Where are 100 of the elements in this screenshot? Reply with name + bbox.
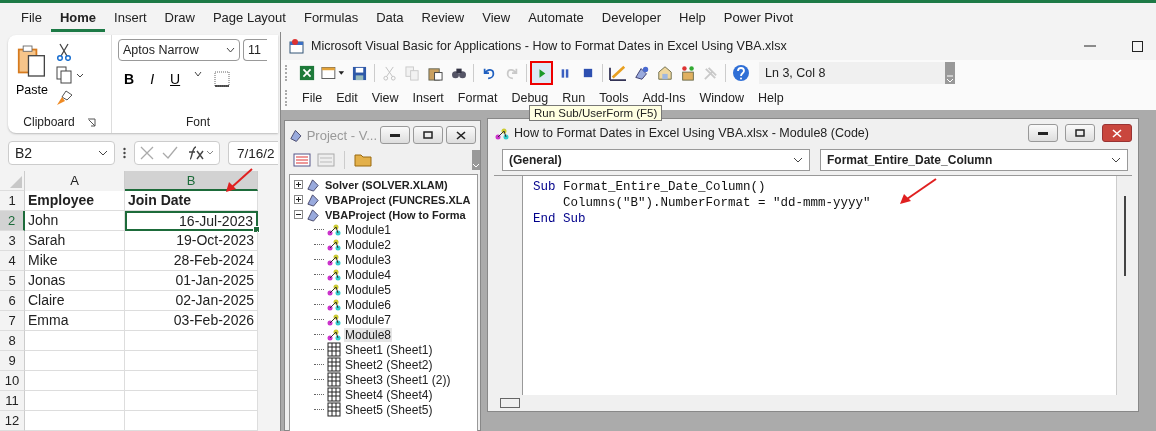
caret-icon[interactable] — [194, 71, 203, 77]
row-header[interactable]: 6 — [0, 291, 25, 311]
row-header[interactable]: 10 — [0, 371, 25, 391]
tree-item[interactable]: Module3 — [344, 252, 393, 267]
borders-icon[interactable] — [214, 71, 231, 87]
ribbon-tab[interactable]: Draw — [155, 6, 204, 32]
ribbon-tab[interactable]: Data — [367, 6, 413, 32]
ribbon-tab[interactable]: Formulas — [294, 6, 368, 32]
ribbon-tab[interactable]: File — [12, 6, 51, 32]
tree-item[interactable]: Sheet5 (Sheet5) — [344, 402, 434, 417]
column-header[interactable]: A — [25, 171, 125, 191]
table-cell: John — [25, 211, 125, 231]
row-header[interactable]: 8 — [0, 331, 25, 351]
tree-line — [314, 259, 324, 260]
expand-toggle-icon[interactable] — [294, 180, 303, 189]
function-icon[interactable] — [186, 145, 214, 161]
more-icon[interactable] — [123, 147, 126, 159]
close-button[interactable] — [1102, 124, 1132, 142]
row-header[interactable]: 4 — [0, 251, 25, 271]
module-icon — [326, 327, 342, 342]
tree-item[interactable]: VBAProject (How to Forma — [324, 208, 467, 221]
format-painter-icon[interactable] — [55, 89, 74, 107]
row-header[interactable]: 5 — [0, 271, 25, 291]
tree-item[interactable]: VBAProject (FUNCRES.XLA — [324, 193, 472, 206]
tree-item[interactable]: Module5 — [344, 282, 393, 297]
font-name-field[interactable]: Aptos Narrow — [118, 39, 240, 61]
font-style-button[interactable]: I — [148, 71, 156, 87]
ribbon-tab[interactable]: Developer — [592, 6, 671, 32]
annotation-arrow — [898, 178, 938, 206]
check-icon[interactable] — [162, 146, 178, 160]
restore-button[interactable] — [1065, 124, 1095, 142]
column-header[interactable]: B — [125, 171, 258, 191]
tree-item[interactable]: Module4 — [344, 267, 393, 282]
tree-item[interactable]: Module6 — [344, 297, 393, 312]
ribbon-tab[interactable]: Power Pivot — [714, 6, 803, 32]
ribbon-tab[interactable]: Page Layout — [203, 6, 295, 32]
minimize-button[interactable] — [380, 126, 410, 144]
menu-item[interactable]: Format — [450, 91, 505, 105]
ribbon-tab[interactable]: Review — [412, 6, 474, 32]
tree-item[interactable]: Sheet3 (Sheet1 (2)) — [344, 372, 452, 387]
toolbar-options-icon[interactable] — [472, 150, 480, 170]
expand-toggle-icon[interactable] — [294, 195, 303, 204]
tree-item[interactable]: Sheet4 (Sheet4) — [344, 387, 434, 402]
procedure-dropdown[interactable]: Format_Entire_Date_Column — [820, 149, 1128, 171]
ribbon-tab[interactable]: Help — [670, 6, 715, 32]
ribbon-tab[interactable]: Insert — [105, 6, 156, 32]
ribbon-tab[interactable]: Home — [50, 6, 106, 32]
menu-item[interactable]: Help — [750, 91, 791, 105]
row-header[interactable]: 7 — [0, 311, 25, 331]
menu-item[interactable]: Window — [692, 91, 751, 105]
menu-item[interactable]: Edit — [329, 91, 365, 105]
font-style-button[interactable]: B — [122, 71, 137, 87]
close-button[interactable] — [446, 126, 476, 144]
row-header[interactable]: 12 — [0, 411, 25, 431]
menu-item[interactable]: Add-Ins — [635, 91, 693, 105]
run-button[interactable] — [530, 61, 553, 85]
maximize-icon[interactable] — [1132, 40, 1143, 52]
ribbon-tab[interactable]: Automate — [519, 6, 593, 32]
menu-item[interactable]: Debug — [504, 91, 556, 105]
folder-icon[interactable] — [354, 153, 372, 167]
object-dropdown[interactable]: (General) — [502, 149, 810, 171]
tree-item[interactable]: Sheet2 (Sheet2) — [344, 357, 434, 372]
row-header[interactable]: 11 — [0, 391, 25, 411]
copy-icon — [405, 65, 420, 81]
row-header[interactable]: 2 — [0, 211, 25, 231]
name-box[interactable]: B2 — [8, 141, 115, 165]
menu-item[interactable]: File — [295, 91, 330, 105]
tree-item[interactable]: Module1 — [344, 222, 393, 237]
toolbar-grip[interactable] — [285, 65, 289, 81]
window-title: Project - V... — [306, 127, 377, 143]
menu-item[interactable]: Tools — [592, 91, 636, 105]
tree-item[interactable]: Solver (SOLVER.XLAM) — [324, 178, 449, 191]
tree-line — [314, 379, 324, 380]
restore-button[interactable] — [413, 126, 443, 144]
fill-handle[interactable] — [253, 226, 260, 233]
ribbon-tab[interactable]: View — [473, 6, 520, 32]
menu-item[interactable]: Run — [555, 91, 593, 105]
dialog-launcher-icon[interactable] — [86, 117, 96, 127]
tree-item[interactable]: Module2 — [344, 237, 393, 252]
scroll-thumb[interactable] — [1124, 196, 1126, 276]
copy-icon[interactable] — [55, 66, 84, 84]
paste-button[interactable]: Paste — [14, 39, 50, 111]
menu-item[interactable]: View — [364, 91, 406, 105]
tree-item[interactable]: Module7 — [344, 312, 393, 327]
row-header[interactable]: 9 — [0, 351, 25, 371]
scissors-icon[interactable] — [55, 43, 72, 61]
tree-item[interactable]: Sheet1 (Sheet1) — [344, 342, 434, 357]
module-icon — [326, 312, 342, 327]
minimize-button[interactable] — [1028, 124, 1058, 142]
module-icon — [326, 222, 342, 237]
toolbar-options-icon[interactable] — [945, 62, 955, 84]
expand-toggle-icon[interactable] — [294, 210, 303, 219]
menu-item[interactable]: Insert — [405, 91, 451, 105]
formula-field[interactable]: 7/16/2 — [228, 141, 278, 165]
row-header[interactable]: 1 — [0, 191, 25, 211]
toolbar-grip[interactable] — [285, 90, 289, 106]
font-size-field[interactable]: 11 — [243, 39, 267, 61]
tree-item[interactable]: Module8 — [344, 327, 393, 342]
row-header[interactable]: 3 — [0, 231, 25, 251]
font-style-button[interactable]: U — [168, 71, 183, 87]
